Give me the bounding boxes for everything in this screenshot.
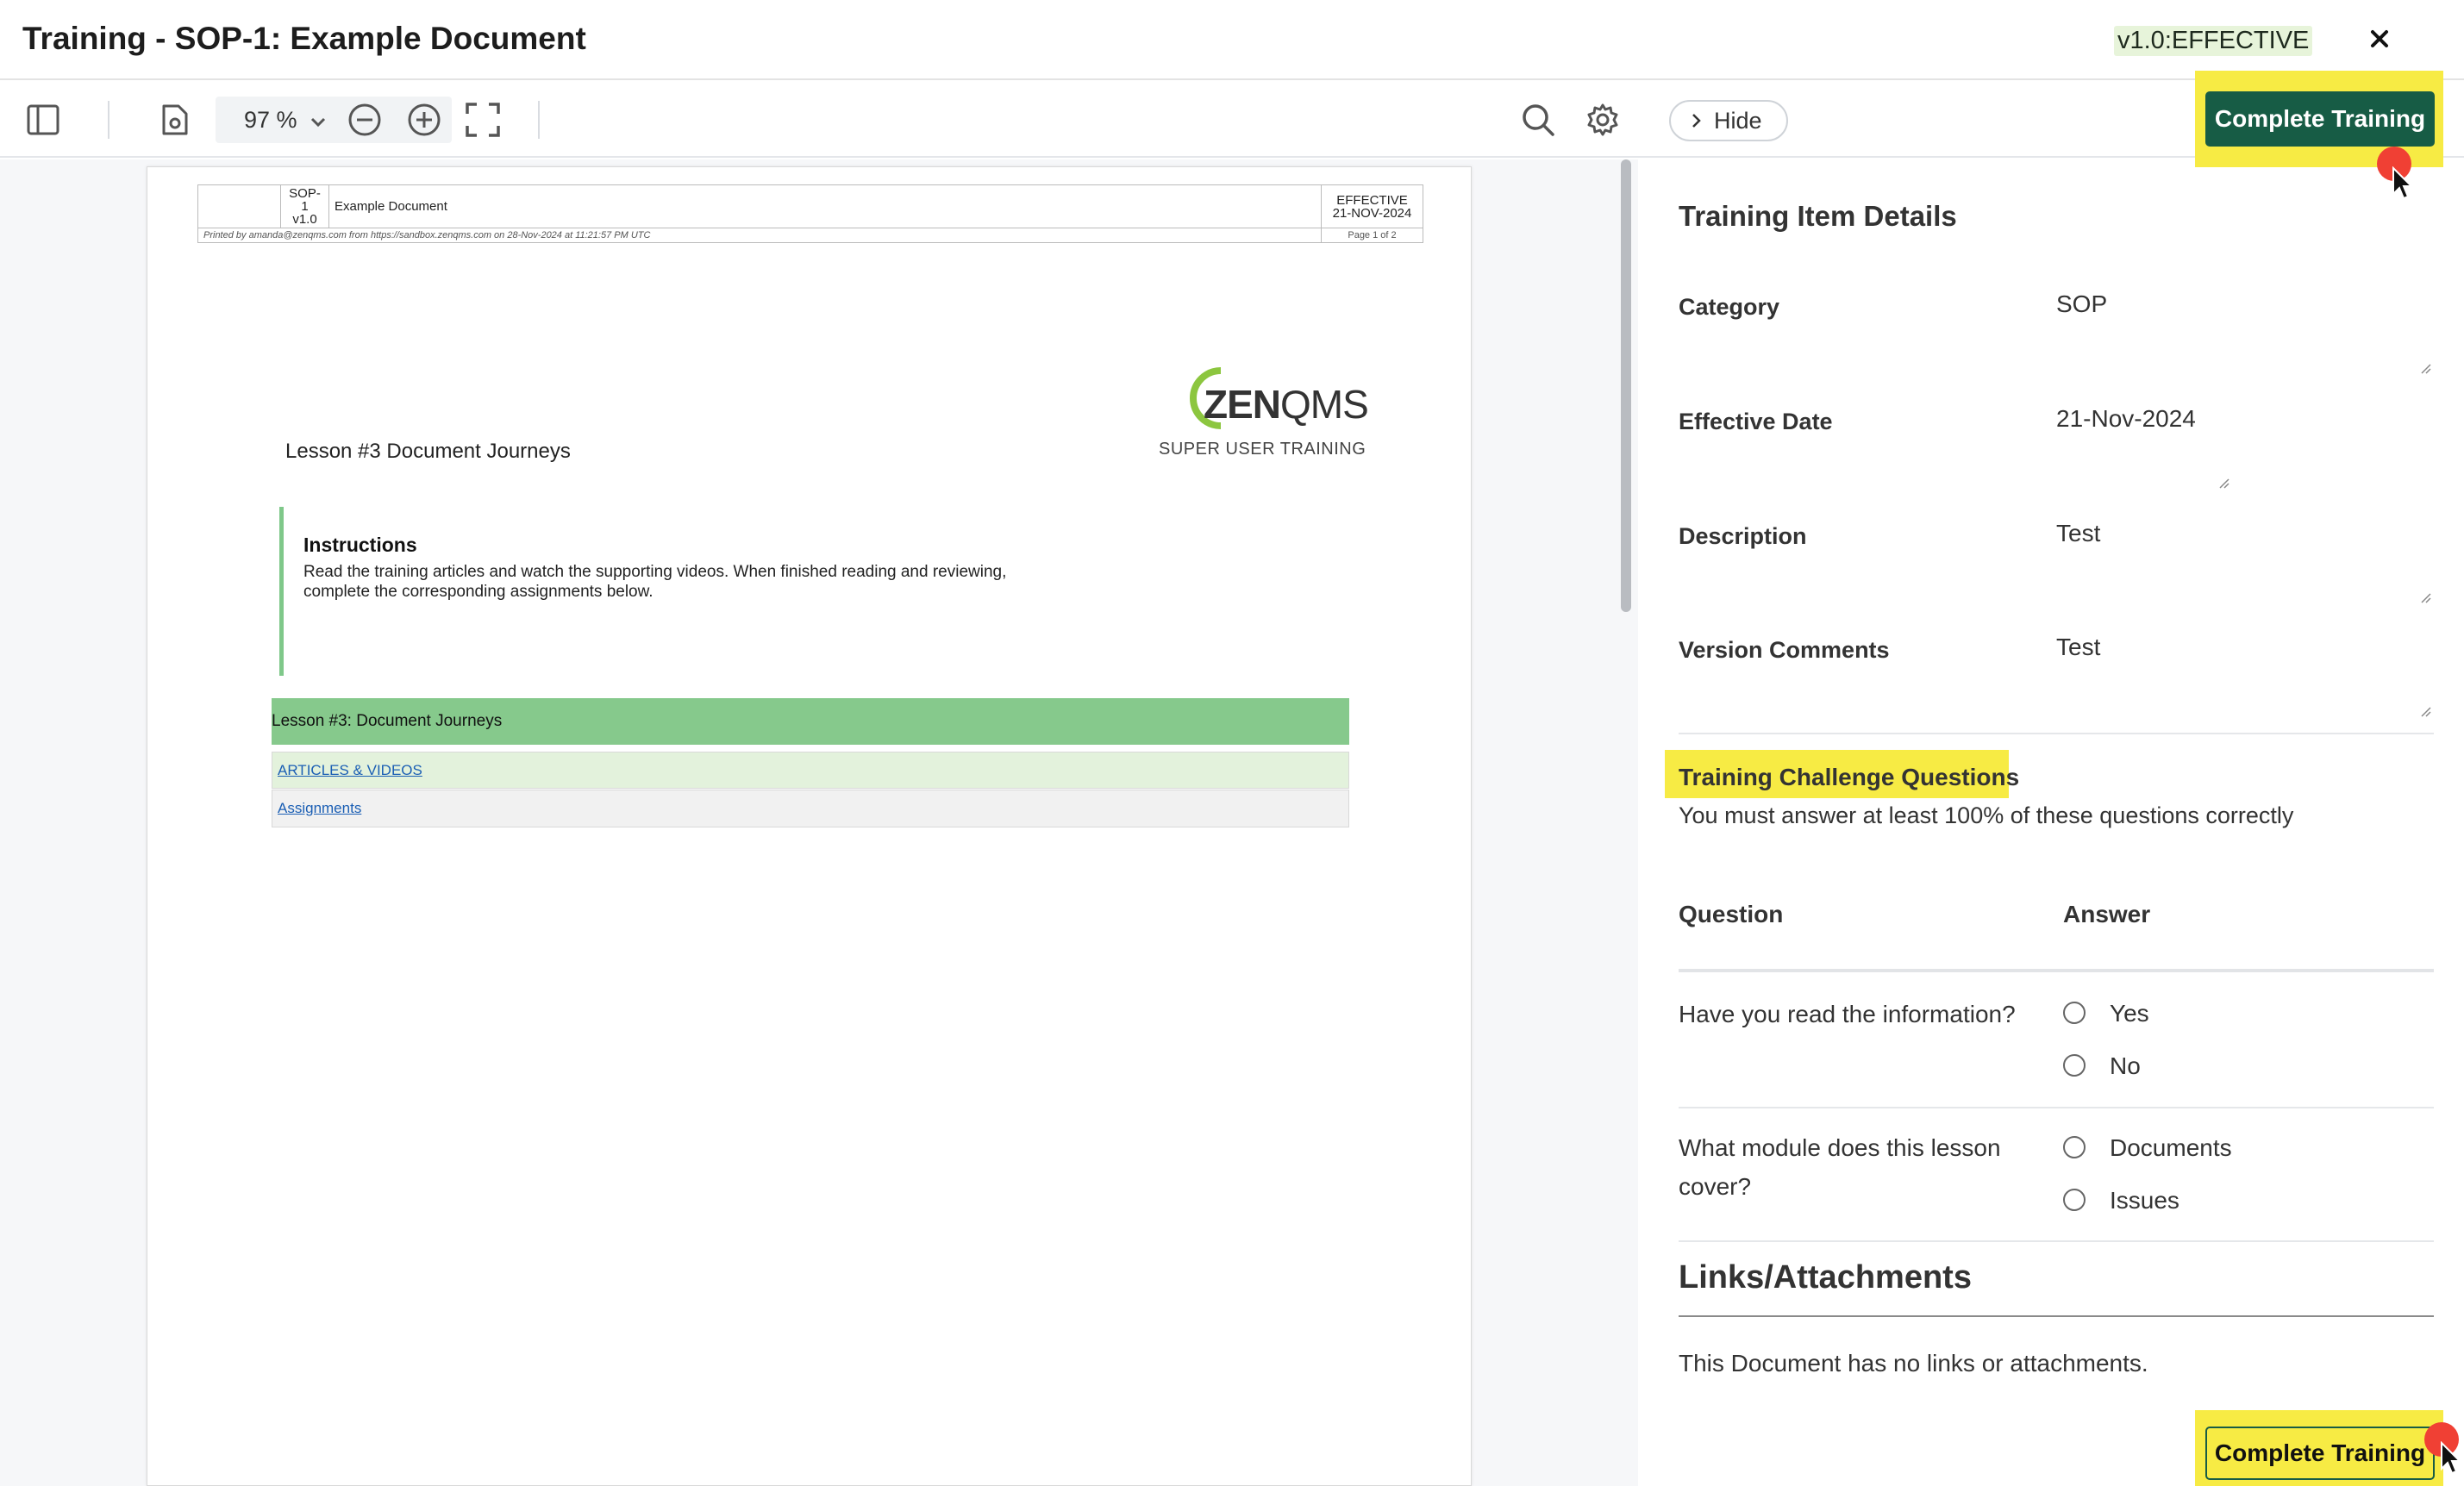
document-page: SOP-1 v1.0 Example Document EFFECTIVE 21… — [147, 166, 1472, 1486]
question-column-header: Question — [1679, 901, 1784, 927]
document-settings-button[interactable] — [155, 100, 195, 140]
complete-training-button-bottom[interactable]: Complete Training — [2205, 1427, 2435, 1480]
viewer-scrollbar-thumb[interactable] — [1621, 159, 1631, 612]
instructions-heading: Instructions — [303, 534, 417, 556]
q1-option-no-label[interactable]: No — [2110, 1052, 2141, 1080]
effective-date-label: Effective Date — [1679, 409, 1833, 434]
version-comments-value: Test — [2056, 634, 2101, 660]
fullscreen-button[interactable] — [463, 100, 503, 140]
answer-column-header: Answer — [2063, 901, 2151, 927]
resize-grip-icon[interactable] — [2419, 362, 2431, 374]
lesson-section-title: Lesson #3: Document Journeys — [272, 712, 503, 730]
q2-option-documents-label[interactable]: Documents — [2110, 1134, 2232, 1162]
category-value: SOP — [2056, 290, 2108, 317]
document-header-table: SOP-1 v1.0 Example Document EFFECTIVE 21… — [197, 184, 1423, 243]
q1-option-yes-radio[interactable] — [2063, 1002, 2086, 1024]
question-2-text: What module does this lesson cover? — [1679, 1134, 2001, 1200]
category-label: Category — [1679, 294, 1780, 320]
assignments-row: Assignments — [272, 790, 1349, 827]
gear-icon — [1587, 103, 1618, 136]
search-icon — [1523, 104, 1554, 136]
instructions-body: Read the training articles and watch the… — [303, 563, 1007, 601]
challenge-title: Training Challenge Questions — [1679, 764, 2020, 790]
q2-option-issues-radio[interactable] — [2063, 1189, 2086, 1211]
sidebar-toggle-button[interactable] — [23, 100, 63, 140]
zoom-in-button[interactable] — [404, 100, 444, 140]
close-button[interactable] — [2358, 17, 2401, 60]
search-button[interactable] — [1518, 100, 1558, 140]
doc-version: v1.0 — [292, 212, 317, 227]
chevron-right-icon — [1692, 114, 1701, 128]
effective-date-value: 21-Nov-2024 — [2056, 405, 2196, 432]
q1-option-yes-label[interactable]: Yes — [2110, 1000, 2149, 1027]
doc-status-date: 21-NOV-2024 — [1332, 205, 1412, 221]
title-bar: Training - SOP-1: Example Document v1.0:… — [0, 0, 2464, 80]
hide-label: Hide — [1714, 107, 1762, 134]
zoom-in-icon — [408, 103, 441, 136]
zoom-value: 97 % — [244, 107, 297, 133]
section-divider — [1679, 733, 2434, 734]
toolbar-separator — [108, 101, 109, 139]
fullscreen-icon — [466, 103, 500, 137]
version-comments-label: Version Comments — [1679, 637, 1890, 663]
resize-grip-icon[interactable] — [2419, 705, 2431, 717]
close-icon — [2371, 30, 2388, 47]
challenge-subtitle: You must answer at least 100% of these q… — [1679, 802, 2294, 828]
logo-subtitle: SUPER USER TRAINING — [1159, 440, 1366, 459]
page-number: Page 1 of 2 — [1348, 230, 1397, 240]
mouse-cursor-icon — [2441, 1441, 2462, 1475]
question-divider — [1679, 1240, 2434, 1242]
articles-row: ARTICLES & VIDEOS — [272, 752, 1349, 789]
logo-wordmark: ZENQMS — [1204, 382, 1369, 427]
complete-training-button-top[interactable]: Complete Training — [2205, 91, 2435, 147]
sidebar-toggle-icon — [27, 104, 59, 135]
window-title: Training - SOP-1: Example Document — [22, 21, 586, 56]
lesson-section-bar: Lesson #3: Document Journeys — [272, 698, 1349, 745]
links-empty-message: This Document has no links or attachment… — [1679, 1350, 2148, 1377]
hide-panel-button[interactable]: Hide — [1669, 100, 1788, 141]
question-divider — [1679, 1107, 2434, 1108]
settings-button[interactable] — [1583, 100, 1623, 140]
links-attachments-title: Links/Attachments — [1679, 1259, 1972, 1296]
printed-by-note: Printed by amanda@zenqms.com from https:… — [203, 230, 651, 240]
toolbar-separator — [538, 101, 540, 139]
articles-videos-link[interactable]: ARTICLES & VIDEOS — [278, 762, 422, 779]
document-settings-icon — [162, 104, 188, 135]
zoom-out-button[interactable] — [345, 100, 385, 140]
viewer-toolbar: 97 % — [0, 82, 1638, 158]
description-value: Test — [2056, 520, 2101, 546]
lesson-title: Lesson #3 Document Journeys — [285, 440, 571, 463]
zoom-dropdown[interactable]: 97 % — [244, 107, 326, 134]
chevron-down-icon — [311, 117, 326, 128]
mouse-cursor-icon — [2392, 166, 2414, 200]
doc-status: EFFECTIVE — [1336, 192, 1408, 208]
q2-option-documents-radio[interactable] — [2063, 1136, 2086, 1158]
doc-title: Example Document — [335, 199, 447, 214]
questions-header-divider — [1679, 969, 2434, 972]
question-1-text: Have you read the information? — [1679, 1001, 2016, 1027]
version-status-badge: v1.0:EFFECTIVE — [2114, 26, 2313, 56]
resize-grip-icon[interactable] — [2217, 477, 2229, 489]
zoom-out-icon — [348, 103, 381, 136]
assignments-link[interactable]: Assignments — [278, 800, 361, 817]
resize-grip-icon[interactable] — [2419, 591, 2431, 603]
links-divider — [1679, 1315, 2434, 1317]
doc-id: SOP-1 — [289, 186, 321, 214]
description-label: Description — [1679, 523, 1807, 549]
q1-option-no-radio[interactable] — [2063, 1054, 2086, 1077]
q2-option-issues-label[interactable]: Issues — [2110, 1187, 2179, 1214]
training-item-details-title: Training Item Details — [1679, 200, 1957, 232]
